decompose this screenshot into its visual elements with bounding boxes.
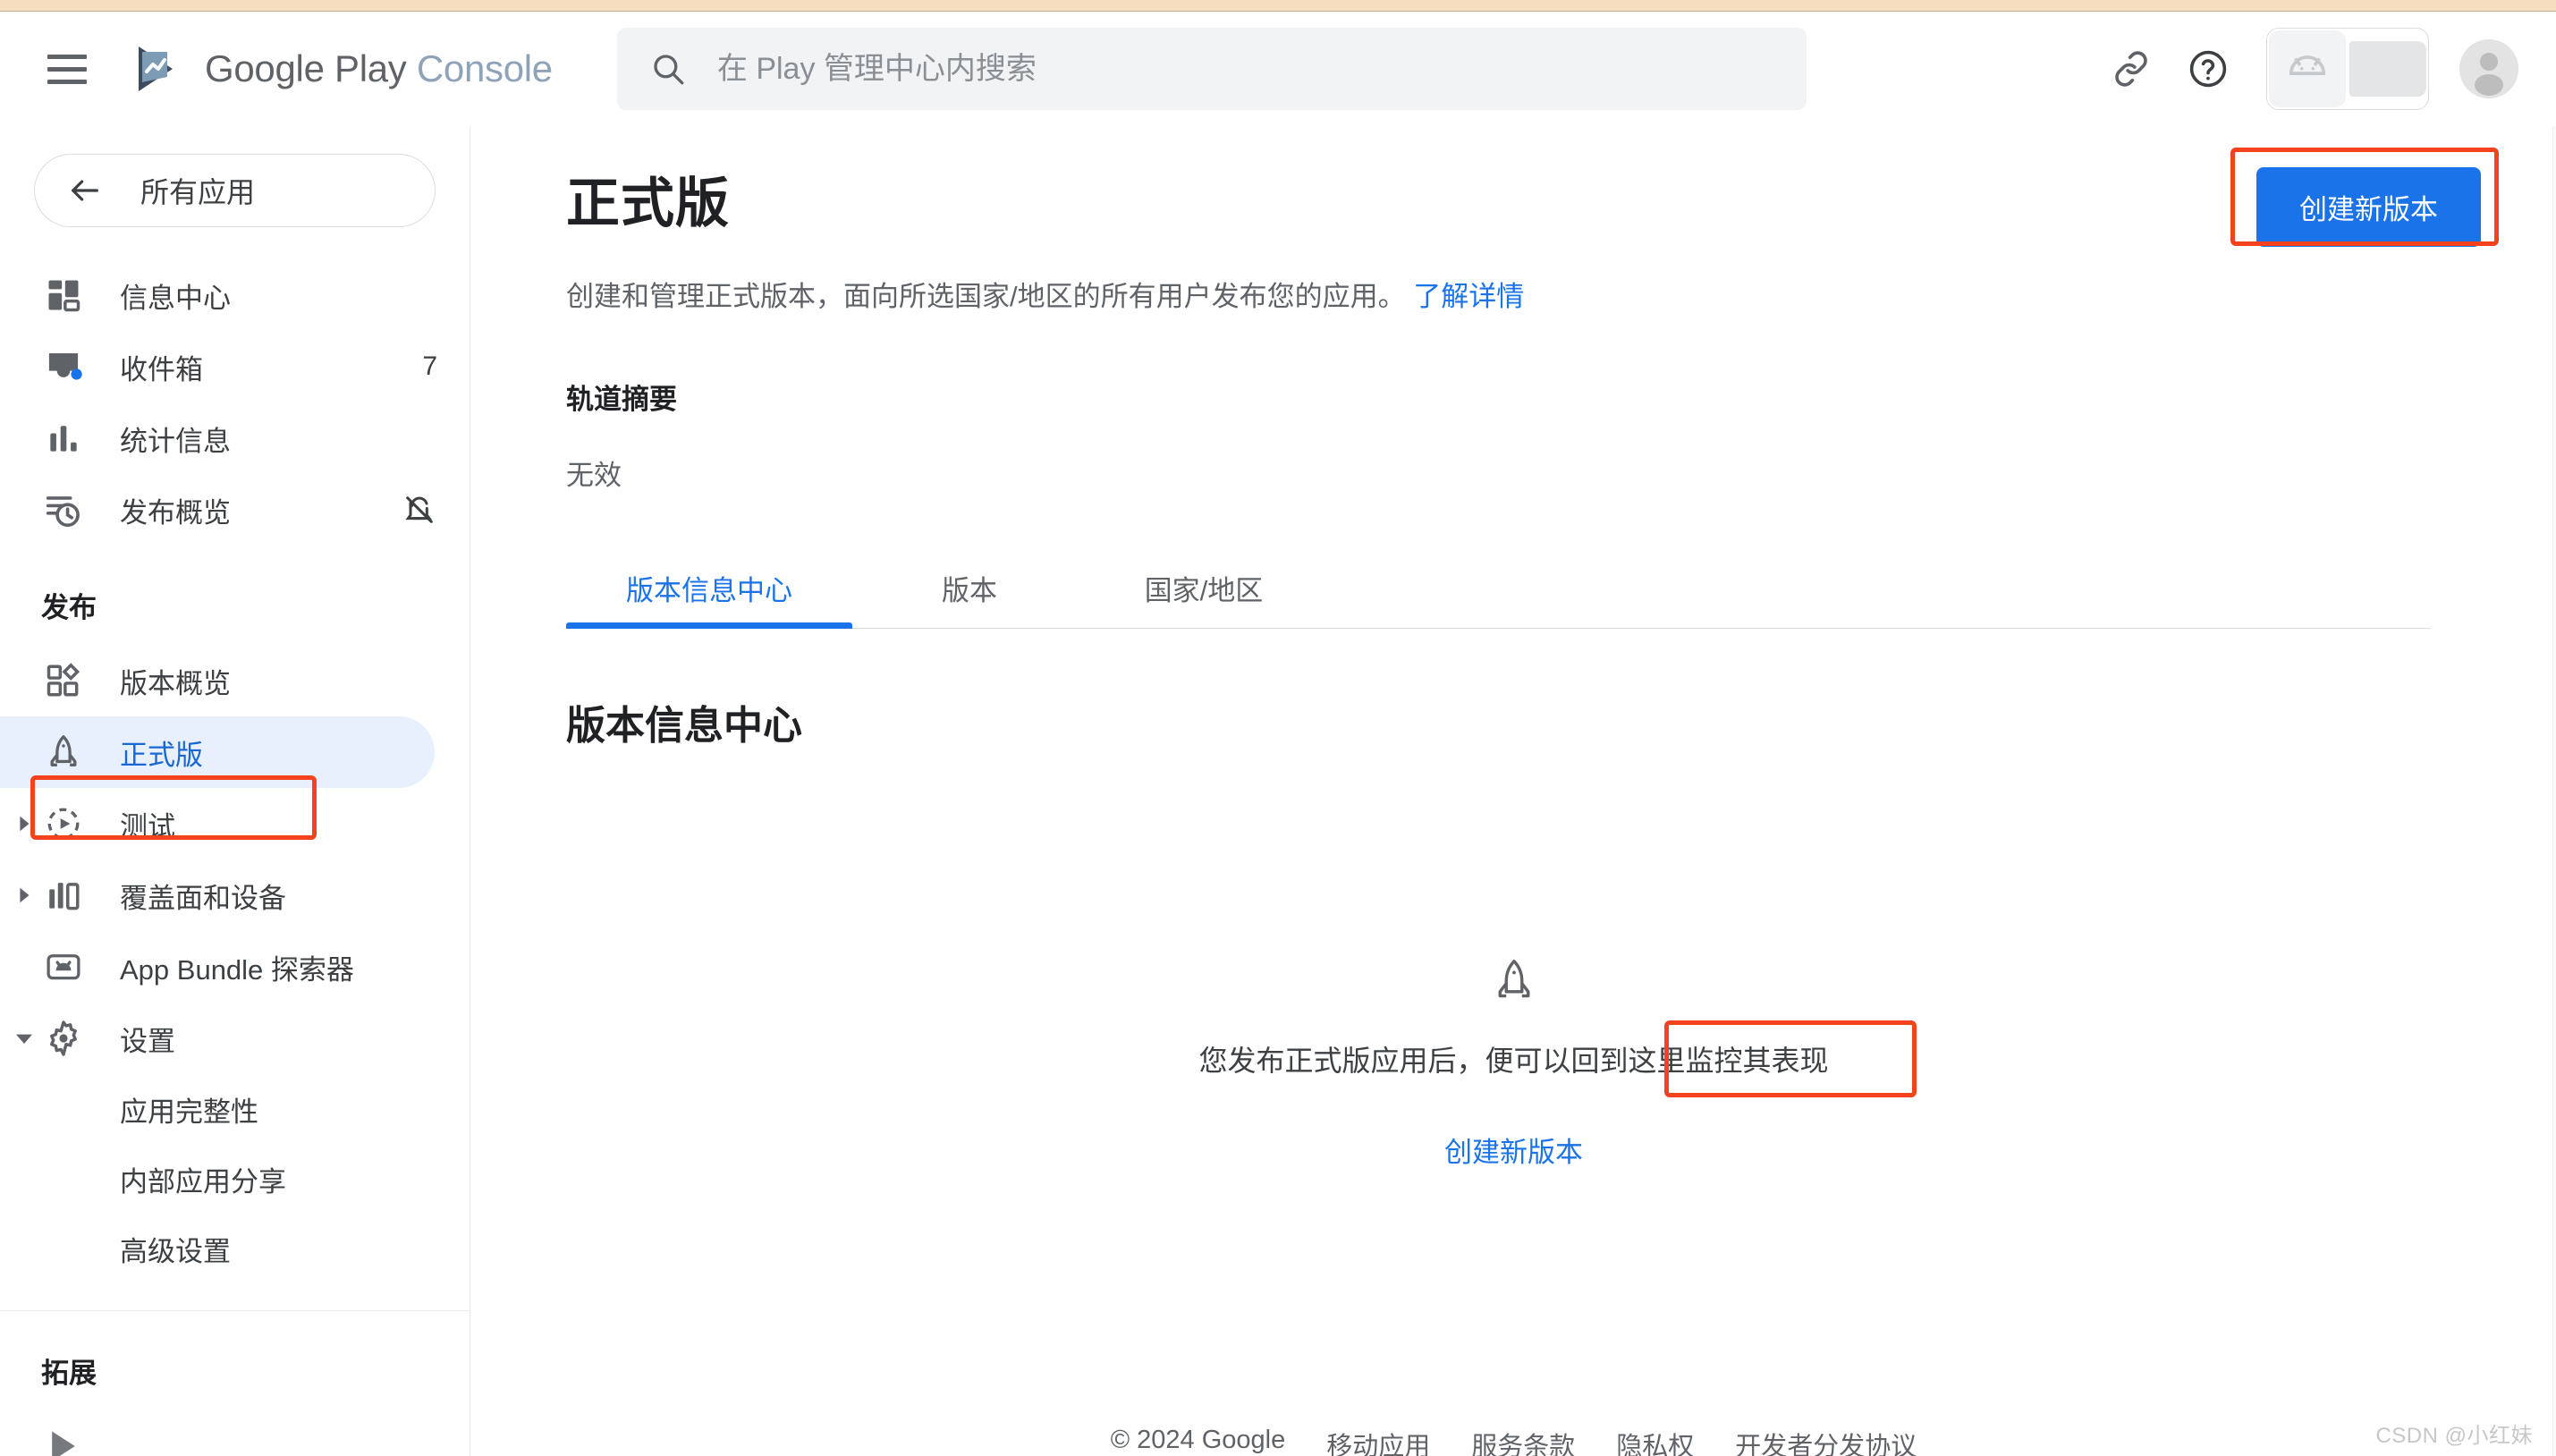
sidebar-label-internal-app-sharing: 内部应用分享 xyxy=(120,1165,286,1198)
sidebar-item-reach-devices[interactable]: 覆盖面和设备 xyxy=(0,859,470,931)
gear-icon xyxy=(41,1016,86,1061)
sidebar-label-advanced-settings: 高级设置 xyxy=(120,1235,231,1267)
reach-devices-icon xyxy=(41,873,86,918)
tab-countries-regions[interactable]: 国家/地区 xyxy=(1087,568,1321,628)
sidebar-item-statistics[interactable]: 统计信息 xyxy=(0,402,470,474)
brand-logo-group[interactable]: Google Play Console xyxy=(130,41,553,97)
brand-google-play-text: Google Play xyxy=(205,47,417,89)
search-input[interactable] xyxy=(716,51,1701,87)
content-tabs: 版本信息中心 版本 国家/地区 xyxy=(566,552,2431,629)
sidebar-item-production[interactable]: 正式版 xyxy=(0,716,435,788)
page-subtitle: 创建和管理正式版本，面向所选国家/地区的所有用户发布您的应用。 了解详情 xyxy=(566,274,2556,314)
testing-icon xyxy=(41,801,86,846)
sidebar-item-internal-app-sharing[interactable]: 内部应用分享 xyxy=(0,1144,470,1214)
tab-release-dashboard[interactable]: 版本信息中心 xyxy=(566,568,852,629)
footer-copyright: © 2024 Google xyxy=(1110,1426,1286,1454)
android-robot-icon xyxy=(2269,30,2346,107)
page-subtitle-text: 创建和管理正式版本，面向所选国家/地区的所有用户发布您的应用。 xyxy=(566,281,1406,312)
track-summary-block: 轨道摘要 无效 xyxy=(471,377,2556,493)
rocket-icon xyxy=(1490,956,1538,1004)
all-apps-label: 所有应用 xyxy=(140,176,256,208)
bar-chart-icon xyxy=(41,416,86,461)
chevron-right-icon[interactable] xyxy=(7,814,41,834)
page-header: 正式版 创建和管理正式版本，面向所选国家/地区的所有用户发布您的应用。 了解详情… xyxy=(471,126,2556,314)
sidebar-section-publish-title: 发布 xyxy=(41,592,97,623)
learn-more-link[interactable]: 了解详情 xyxy=(1413,281,1524,312)
sidebar-label-reach-devices: 覆盖面和设备 xyxy=(120,882,286,914)
left-sidebar: 所有应用 信息中心 收件箱 7 统计信息 发布概览 发布 版本概览 正式版 测试… xyxy=(0,126,470,1456)
sidebar-label-app-bundle-explorer: App Bundle 探索器 xyxy=(120,953,354,986)
app-bundle-icon xyxy=(41,944,86,989)
google-play-console-logo-icon xyxy=(130,41,185,97)
footer-link-mobile-app[interactable]: 移动应用 xyxy=(1326,1426,1430,1456)
rocket-icon xyxy=(41,730,86,775)
section-heading-release-dashboard: 版本信息中心 xyxy=(566,704,802,748)
notifications-off-icon[interactable] xyxy=(402,492,437,528)
tab-releases[interactable]: 版本 xyxy=(852,568,1087,628)
sidebar-divider xyxy=(0,1310,470,1311)
app-root: Google Play Console 在 Play 管理中心内搜索 所有应用 … xyxy=(0,0,2556,1456)
sidebar-item-dashboard[interactable]: 信息中心 xyxy=(0,259,470,331)
sidebar-label-release-summary: 版本概览 xyxy=(120,667,231,699)
sidebar-item-advanced-settings[interactable]: 高级设置 xyxy=(0,1214,470,1283)
header-actions xyxy=(2093,12,2518,126)
all-apps-button[interactable]: 所有应用 xyxy=(34,154,436,227)
sidebar-item-settings[interactable]: 设置 xyxy=(0,1003,470,1074)
dashboard-icon xyxy=(41,273,86,317)
inbox-icon xyxy=(41,344,86,389)
sidebar-item-inbox[interactable]: 收件箱 7 xyxy=(0,331,470,402)
main-content: 正式版 创建和管理正式版本，面向所选国家/地区的所有用户发布您的应用。 了解详情… xyxy=(471,126,2556,1456)
track-summary-title: 轨道摘要 xyxy=(566,384,677,415)
sidebar-label-inbox: 收件箱 xyxy=(120,353,203,385)
empty-state-message: 您发布正式版应用后，便可以回到这里监控其表现 xyxy=(1198,1045,1829,1077)
account-avatar-icon[interactable] xyxy=(2459,39,2518,98)
chevron-down-icon[interactable] xyxy=(7,1028,41,1049)
inbox-unread-count: 7 xyxy=(422,351,437,381)
page-footer: © 2024 Google 移动应用 服务条款 隐私权 开发者分发协议 xyxy=(471,1426,2556,1456)
hamburger-menu-icon[interactable] xyxy=(47,49,87,89)
browser-chrome-strip xyxy=(0,0,2556,12)
sidebar-label-dashboard: 信息中心 xyxy=(120,282,231,314)
empty-state: 您发布正式版应用后，便可以回到这里监控其表现 创建新版本 xyxy=(471,956,2556,1188)
app-selector-chip[interactable] xyxy=(2266,28,2429,110)
create-release-button-empty[interactable]: 创建新版本 xyxy=(1407,1112,1621,1188)
sidebar-item-app-bundle-explorer[interactable]: App Bundle 探索器 xyxy=(0,931,470,1003)
sidebar-label-production: 正式版 xyxy=(120,739,203,771)
sidebar-item-extend-first[interactable] xyxy=(0,1410,470,1456)
brand-title: Google Play Console xyxy=(205,47,553,90)
search-bar[interactable] xyxy=(616,28,1807,110)
footer-link-dev-agreement[interactable]: 开发者分发协议 xyxy=(1735,1426,1917,1456)
search-icon xyxy=(649,50,687,88)
app-name-redacted xyxy=(2349,41,2426,97)
sidebar-section-extend-title: 拓展 xyxy=(41,1358,97,1389)
footer-link-privacy[interactable]: 隐私权 xyxy=(1616,1426,1694,1456)
csdn-watermark: CSDN @小红妹 xyxy=(2375,1424,2533,1448)
sidebar-label-app-integrity: 应用完整性 xyxy=(120,1096,258,1128)
chevron-right-icon[interactable] xyxy=(7,885,41,905)
sidebar-label-release-overview: 发布概览 xyxy=(120,496,231,529)
release-overview-icon xyxy=(41,658,86,703)
sidebar-item-release-summary[interactable]: 版本概览 xyxy=(0,645,470,716)
brand-console-text: Console xyxy=(416,47,553,89)
track-summary-value: 无效 xyxy=(566,460,622,491)
release-timeline-icon xyxy=(41,487,86,532)
sidebar-label-settings: 设置 xyxy=(120,1025,175,1057)
arrow-back-icon xyxy=(67,173,103,208)
footer-link-terms[interactable]: 服务条款 xyxy=(1471,1426,1575,1456)
top-header-bar: Google Play Console xyxy=(0,12,2556,126)
sidebar-item-app-integrity[interactable]: 应用完整性 xyxy=(0,1074,470,1144)
scrollbar-track[interactable] xyxy=(2552,126,2556,1456)
play-store-icon xyxy=(41,1424,86,1456)
create-release-button-top[interactable]: 创建新版本 xyxy=(2256,167,2481,247)
sidebar-item-testing[interactable]: 测试 xyxy=(0,788,470,859)
link-icon[interactable] xyxy=(2093,30,2170,107)
sidebar-label-testing: 测试 xyxy=(120,810,175,842)
help-circle-icon[interactable] xyxy=(2170,30,2247,107)
sidebar-item-release-overview[interactable]: 发布概览 xyxy=(0,474,470,546)
sidebar-label-statistics: 统计信息 xyxy=(120,425,231,457)
sidebar-label-extend-first xyxy=(120,1430,128,1456)
